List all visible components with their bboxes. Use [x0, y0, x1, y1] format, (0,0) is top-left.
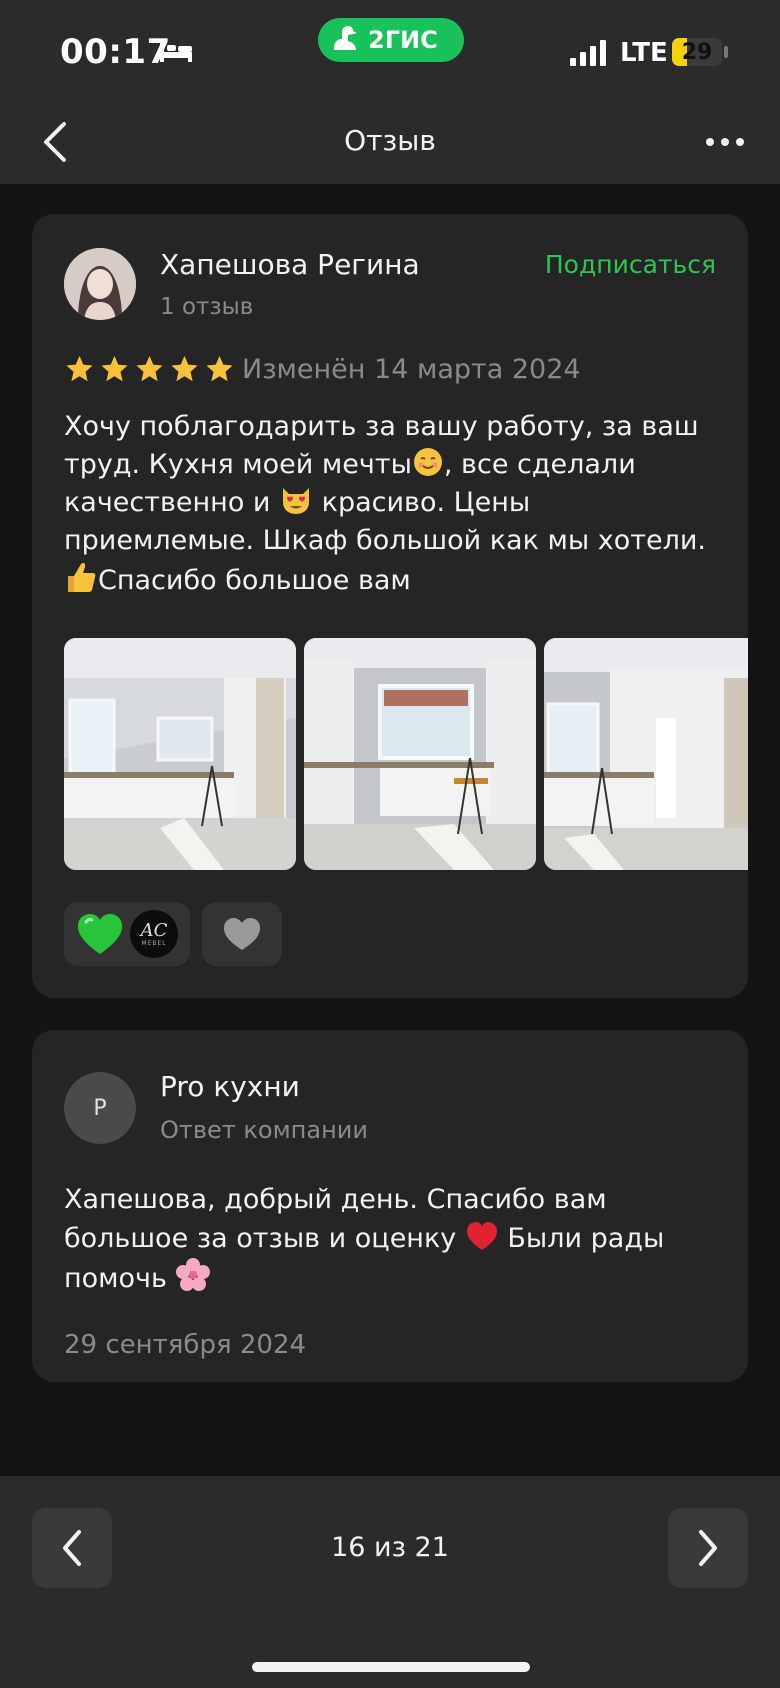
reaction-chip[interactable]: AC MEBEL — [64, 902, 190, 966]
company-reply-card: P Pro кухни Ответ компании Хапешова, доб… — [32, 1030, 748, 1382]
reply-date: 29 сентября 2024 — [64, 1330, 307, 1360]
brand-badge: 2ГИС — [318, 18, 464, 62]
brand-text: 2ГИС — [368, 26, 438, 54]
avatar-photo-icon — [64, 248, 136, 320]
like-button[interactable] — [202, 902, 282, 966]
reactions-bar: AC MEBEL — [64, 902, 282, 966]
review-photo[interactable] — [544, 638, 748, 870]
reply-text: Хапешова, добрый день. Спасибо вам больш… — [64, 1180, 724, 1298]
ac-mebel-logo: AC MEBEL — [130, 910, 178, 958]
logo-text: AC — [140, 919, 168, 941]
signal-icon — [570, 40, 606, 66]
star-icon — [206, 355, 233, 382]
review-text-part: Спасибо большое вам — [98, 565, 411, 596]
company-reply-label: Ответ компании — [160, 1116, 368, 1144]
status-time: 00:17 — [60, 32, 171, 72]
photo-gallery[interactable] — [64, 638, 748, 870]
author-name[interactable]: Хапешова Регина — [160, 248, 420, 281]
next-review-button[interactable] — [668, 1508, 748, 1588]
home-indicator[interactable] — [252, 1662, 530, 1672]
chevron-right-icon — [699, 1530, 717, 1566]
green-heart-icon — [78, 914, 122, 954]
kitchen-photo-3 — [544, 638, 748, 870]
cherry-blossom-icon — [175, 1258, 210, 1291]
battery-level: 29 — [681, 39, 713, 65]
review-card: Хапешова Регина 1 отзыв Подписаться Изме… — [32, 214, 748, 998]
more-options-button[interactable] — [700, 122, 750, 162]
goose-logo-icon — [334, 26, 357, 50]
logo-subtext: MEBEL — [141, 939, 167, 947]
network-type: LTE — [620, 38, 668, 68]
pager-position: 16 из 21 — [331, 1532, 449, 1563]
star-icon — [171, 355, 198, 382]
star-icon — [101, 355, 128, 382]
kitchen-photo-2 — [304, 638, 536, 870]
status-bar: 00:17 2ГИС LTE 29 — [0, 0, 780, 100]
star-icon — [66, 355, 93, 382]
company-name[interactable]: Pro кухни — [160, 1070, 300, 1103]
smiling-face-icon — [413, 448, 442, 476]
red-heart-icon — [466, 1222, 497, 1250]
star-icon — [136, 355, 163, 382]
thumbs-up-icon — [68, 563, 96, 592]
bed-icon — [160, 42, 192, 62]
review-pager: 16 из 21 — [0, 1476, 780, 1688]
heart-eyes-cat-icon — [283, 488, 310, 514]
author-avatar[interactable] — [64, 248, 136, 320]
review-text: Хочу поблагодарить за вашу работу, за ва… — [64, 408, 724, 600]
heart-icon — [224, 918, 260, 950]
company-avatar[interactable]: P — [64, 1072, 136, 1144]
page-title: Отзыв — [344, 124, 436, 157]
review-photo[interactable] — [64, 638, 296, 870]
review-photo[interactable] — [304, 638, 536, 870]
battery-indicator: 29 — [672, 38, 722, 66]
review-date: Изменён 14 марта 2024 — [242, 354, 581, 385]
battery-cap — [724, 46, 728, 58]
subscribe-button[interactable]: Подписаться — [545, 250, 716, 279]
author-review-count: 1 отзыв — [160, 294, 254, 320]
kitchen-photo-1 — [64, 638, 296, 870]
nav-header: Отзыв — [0, 100, 780, 184]
rating-stars — [64, 354, 235, 384]
